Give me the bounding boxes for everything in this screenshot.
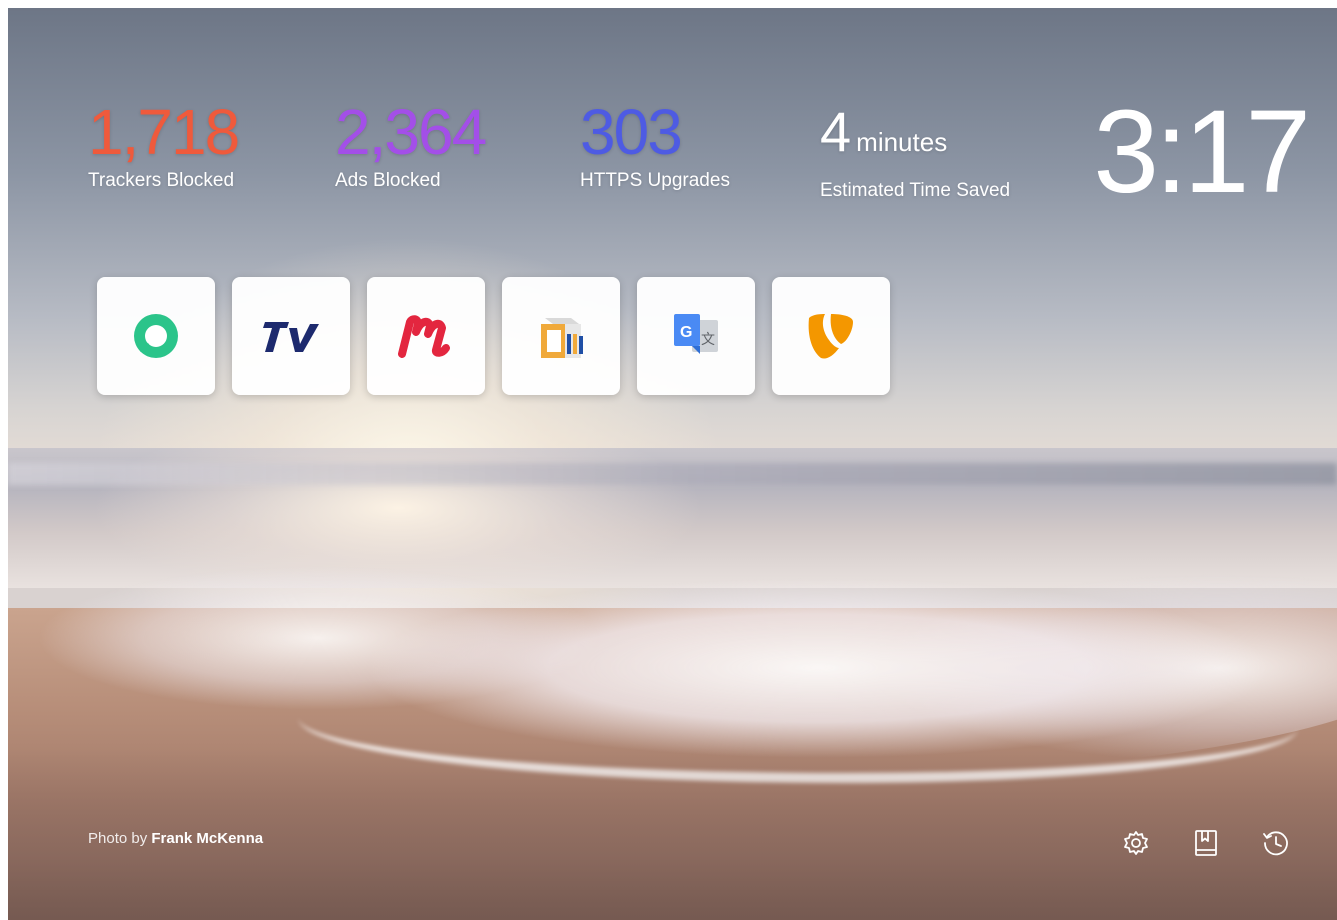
stat-time-saved: 4 minutes Estimated Time Saved — [820, 98, 1010, 202]
time-saved-value: 4 minutes — [820, 98, 1010, 176]
stat-trackers-blocked: 1,718 Trackers Blocked — [88, 96, 240, 192]
wave-line — [8, 463, 1337, 485]
tv-logo-icon — [263, 322, 319, 352]
top-site-tile[interactable] — [367, 277, 485, 395]
top-site-tile[interactable] — [232, 277, 350, 395]
time-saved-number: 4 — [820, 100, 851, 163]
ads-count: 2,364 — [335, 96, 487, 168]
top-site-tile[interactable] — [97, 277, 215, 395]
trackers-label: Trackers Blocked — [88, 170, 235, 191]
svg-text:G: G — [680, 324, 692, 341]
photo-credit: Photo by Frank McKenna — [88, 830, 263, 847]
top-site-tile[interactable] — [502, 277, 620, 395]
time-saved-unit: minutes — [856, 127, 948, 157]
gear-icon — [1124, 831, 1148, 855]
cb-box-logo-icon — [541, 318, 583, 358]
bookmarks-button[interactable] — [1189, 826, 1223, 860]
bookmarks-icon — [1195, 830, 1217, 856]
stat-ads-blocked: 2,364 Ads Blocked — [335, 96, 487, 192]
google-translate-icon: G 文 — [674, 314, 718, 354]
top-site-tile[interactable]: G 文 — [637, 277, 755, 395]
photo-credit-author[interactable]: Frank McKenna — [151, 830, 263, 847]
stat-https-upgrades: 303 HTTPS Upgrades — [580, 98, 730, 192]
typo3-icon — [808, 314, 853, 359]
chat-bubble-green-icon — [134, 314, 178, 358]
footer-toolbar — [1119, 826, 1293, 860]
trackers-count: 1,718 — [88, 96, 240, 168]
ads-label: Ads Blocked — [335, 170, 441, 191]
new-tab-page: 1,718 Trackers Blocked 2,364 Ads Blocked… — [0, 0, 1337, 920]
https-count: 303 — [580, 96, 683, 168]
top-site-tile[interactable] — [772, 277, 890, 395]
settings-button[interactable] — [1119, 826, 1153, 860]
m-logo-red-icon — [398, 315, 450, 358]
history-icon — [1263, 831, 1288, 856]
history-button[interactable] — [1259, 826, 1293, 860]
photo-credit-prefix: Photo by — [88, 830, 152, 847]
clock: 3:17 — [1093, 86, 1311, 218]
svg-text:文: 文 — [701, 332, 715, 348]
https-label: HTTPS Upgrades — [580, 170, 730, 191]
time-saved-label: Estimated Time Saved — [820, 180, 1011, 201]
top-sites: G 文 — [97, 277, 890, 395]
